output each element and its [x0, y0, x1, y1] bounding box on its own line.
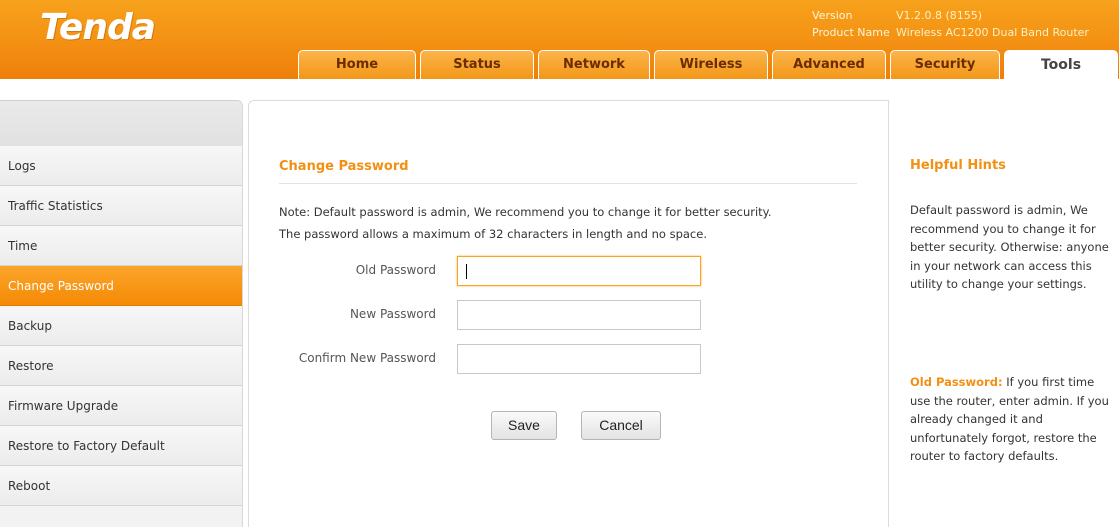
old-password-label: Old Password	[355, 263, 436, 277]
note-default-password: Note: Default password is admin, We reco…	[279, 205, 772, 219]
hints-old-password-key: Old Password:	[910, 375, 1003, 389]
title-divider	[279, 183, 857, 184]
sidebar-menu: Logs Traffic Statistics Time Change Pass…	[0, 100, 243, 527]
sidebar-item-restore-factory-default[interactable]: Restore to Factory Default	[0, 426, 242, 466]
new-password-label: New Password	[349, 307, 436, 321]
sidebar-item-time[interactable]: Time	[0, 226, 242, 266]
tab-advanced[interactable]: Advanced	[772, 50, 886, 79]
hints-default-password-text: Default password is admin, We recommend …	[910, 203, 1109, 291]
version-value: V1.2.0.8 (8155)	[896, 9, 983, 22]
sidebar-item-restore[interactable]: Restore	[0, 346, 242, 386]
sidebar-item-firmware-upgrade[interactable]: Firmware Upgrade	[0, 386, 242, 426]
page-title: Change Password	[279, 159, 409, 174]
tab-security[interactable]: Security	[890, 50, 1000, 79]
hints-panel: Helpful Hints Default password is admin,…	[888, 100, 1119, 527]
tab-home[interactable]: Home	[298, 50, 416, 79]
sidebar-header	[0, 101, 242, 146]
product-name-value: Wireless AC1200 Dual Band Router	[896, 26, 1089, 39]
tab-network[interactable]: Network	[538, 50, 650, 79]
product-name-label: Product Name	[812, 26, 890, 39]
tab-wireless[interactable]: Wireless	[654, 50, 768, 79]
save-button[interactable]: Save	[491, 411, 557, 440]
sidebar-item-reboot[interactable]: Reboot	[0, 466, 242, 506]
version-info: Version V1.2.0.8 (8155) Product Name Wirel…	[812, 7, 1089, 41]
tab-tools[interactable]: Tools	[1004, 50, 1118, 80]
note-password-length: The password allows a maximum of 32 char…	[279, 227, 707, 241]
main-panel: Change Password Note: Default password i…	[248, 100, 888, 527]
hints-title: Helpful Hints	[910, 158, 1006, 173]
sidebar-item-traffic-statistics[interactable]: Traffic Statistics	[0, 186, 242, 226]
sidebar-item-change-password[interactable]: Change Password	[0, 266, 242, 306]
old-password-input[interactable]	[457, 256, 701, 286]
hints-old-password: Old Password: If you first time use the …	[910, 373, 1116, 466]
confirm-password-label: Confirm New Password	[298, 351, 436, 365]
text-cursor	[466, 264, 467, 279]
confirm-password-input[interactable]	[457, 344, 701, 374]
sidebar-item-backup[interactable]: Backup	[0, 306, 242, 346]
sidebar-item-logs[interactable]: Logs	[0, 146, 242, 186]
tenda-logo: Tenda	[40, 7, 156, 48]
version-label: Version	[812, 9, 853, 22]
new-password-input[interactable]	[457, 300, 701, 330]
tab-status[interactable]: Status	[420, 50, 534, 79]
cancel-button[interactable]: Cancel	[581, 411, 661, 440]
header-bar: Tenda Version V1.2.0.8 (8155) Product Nam…	[0, 0, 1119, 80]
